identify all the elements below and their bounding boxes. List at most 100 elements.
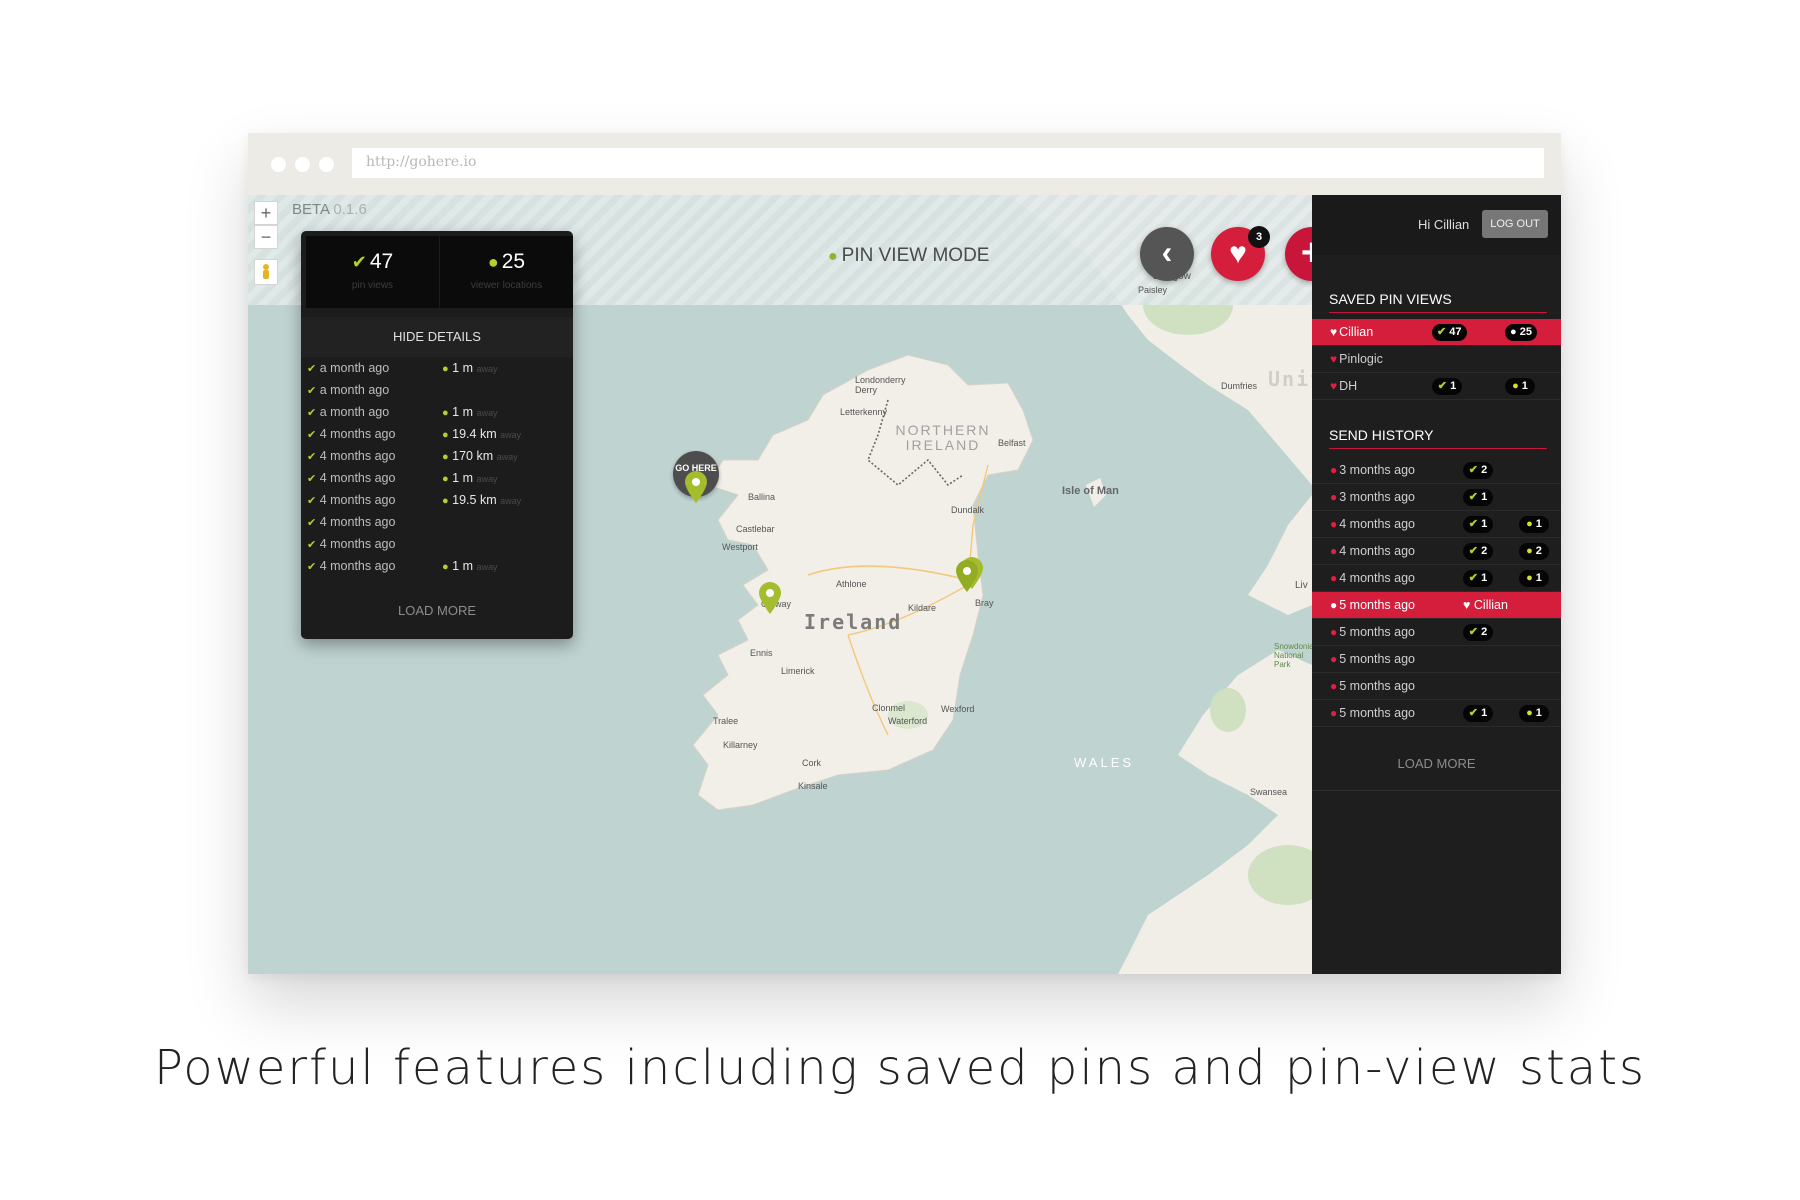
map-label-dumfries: Dumfries — [1221, 381, 1258, 391]
history-item[interactable]: ● 5 months ago ✔ 1 ● 1 — [1312, 700, 1561, 727]
detail-row: ✔ 4 months ago — [307, 515, 567, 535]
locations-count: 1 — [1535, 518, 1542, 530]
history-item[interactable]: ● 5 months ago ✔ 2 — [1312, 619, 1561, 646]
map-pin-icon: ● — [442, 473, 449, 485]
map-label-ireland: Ireland — [804, 610, 903, 634]
locations-pill: ● 25 — [1505, 324, 1537, 341]
street-view-pegman-icon[interactable] — [254, 259, 278, 285]
check-circle-icon: ✔ — [1468, 491, 1479, 503]
views-pill: ✔ 2 — [1463, 462, 1493, 479]
history-time: 5 months ago — [1339, 679, 1415, 693]
check-circle-icon: ✔ — [307, 385, 317, 397]
locations-count: 1 — [1535, 707, 1542, 719]
detail-row: ✔ 4 months ago ● 170 km away — [307, 449, 567, 469]
locations-count: 1 — [1535, 572, 1542, 584]
check-circle-icon: ✔ — [307, 451, 317, 463]
history-time: 5 months ago — [1339, 706, 1415, 720]
history-time: 4 months ago — [1339, 544, 1415, 558]
zoom-out-button[interactable]: − — [254, 225, 278, 249]
detail-row: ✔ a month ago — [307, 383, 567, 403]
check-circle-icon: ✔ — [307, 495, 317, 507]
history-item[interactable]: ● 4 months ago ✔ 2 ● 2 — [1312, 538, 1561, 565]
app-viewport: BETA 0.1.6 + − ● PIN VIEW MODE Ireland NO… — [248, 195, 1561, 974]
detail-row: ✔ 4 months ago — [307, 537, 567, 557]
map[interactable]: BETA 0.1.6 + − ● PIN VIEW MODE Ireland NO… — [248, 195, 1463, 974]
views-pill: ✔ 1 — [1463, 516, 1493, 533]
heart-icon: ♥ — [1330, 379, 1338, 393]
history-time: 5 months ago — [1339, 598, 1415, 612]
check-circle-icon: ✔ — [351, 252, 367, 272]
map-label-ennis: Ennis — [750, 648, 773, 658]
logout-button[interactable]: LOG OUT — [1482, 210, 1548, 238]
check-circle-icon: ✔ — [1468, 545, 1479, 557]
map-label-derry: Londonderry Derry — [855, 375, 906, 395]
map-label-waterford: Waterford — [888, 716, 928, 726]
detail-row: ✔ 4 months ago ● 19.4 km away — [307, 427, 567, 447]
browser-window: http://gohere.io BETA 0.1.6 + − ● PIN VI… — [248, 133, 1561, 974]
views-pill: ✔ 1 — [1463, 489, 1493, 506]
history-item[interactable]: ● 4 months ago ✔ 1 ● 1 — [1312, 511, 1561, 538]
window-close-dot[interactable] — [271, 157, 286, 172]
favorites-count-badge: 3 — [1248, 226, 1270, 248]
history-item[interactable]: ● 3 months ago ✔ 1 — [1312, 484, 1561, 511]
history-item[interactable]: ● 5 months ago — [1312, 673, 1561, 700]
locations-pill: ● 1 — [1519, 570, 1549, 587]
map-pin-icon: ● — [1330, 490, 1338, 504]
history-favorite-name: Cillian — [1473, 598, 1508, 612]
load-more-history-button[interactable]: LOAD MORE — [1312, 743, 1561, 791]
saved-pin-name: DH — [1339, 379, 1358, 393]
check-circle-icon: ✔ — [1468, 518, 1479, 530]
history-time: 5 months ago — [1339, 652, 1415, 666]
saved-pin-item[interactable]: ♥ DH ✔ 1 ● 1 — [1312, 373, 1561, 400]
map-label-bray: Bray — [975, 598, 994, 608]
map-pin-icon[interactable] — [683, 470, 709, 504]
saved-pin-name: Cillian — [1339, 325, 1374, 339]
window-maximize-dot[interactable] — [319, 157, 334, 172]
map-label-limerick: Limerick — [781, 666, 815, 676]
map-pin-icon: ● — [487, 252, 499, 272]
map-label-snowdonia: Snowdonia National Park — [1274, 642, 1314, 669]
map-pin-icon: ● — [1512, 380, 1519, 392]
marketing-caption: Powerful features including saved pins a… — [153, 1040, 1647, 1096]
saved-pin-name: Pinlogic — [1339, 352, 1383, 366]
views-count: 2 — [1481, 626, 1488, 638]
locations-pill: ● 2 — [1519, 543, 1549, 560]
zoom-in-button[interactable]: + — [254, 201, 278, 225]
views-count: 1 — [1450, 380, 1457, 392]
map-label-westport: Westport — [722, 542, 758, 552]
history-item[interactable]: ● 5 months ago ♥ Cillian — [1312, 592, 1561, 619]
history-item[interactable]: ● 3 months ago ✔ 2 — [1312, 457, 1561, 484]
locations-count: 1 — [1521, 380, 1528, 392]
map-pin-icon: ● — [1330, 652, 1338, 666]
map-label-isle-of-man: Isle of Man — [1062, 485, 1119, 497]
load-more-details-button[interactable]: LOAD MORE — [301, 603, 573, 618]
history-time: 5 months ago — [1339, 625, 1415, 639]
window-minimize-dot[interactable] — [295, 157, 310, 172]
views-pill: ✔ 1 — [1463, 705, 1493, 722]
map-label-belfast: Belfast — [998, 438, 1026, 448]
saved-pin-item[interactable]: ♥ Pinlogic — [1312, 346, 1561, 373]
history-item[interactable]: ● 4 months ago ✔ 1 ● 1 — [1312, 565, 1561, 592]
views-pill: ✔ 1 — [1432, 378, 1462, 395]
saved-pin-item[interactable]: ♥ Cillian ✔ 47 ● 25 — [1312, 319, 1561, 346]
map-pin-icon[interactable] — [954, 559, 980, 593]
map-label-kinsale: Kinsale — [798, 781, 828, 791]
hide-details-button[interactable]: HIDE DETAILS — [301, 317, 573, 357]
map-pin-icon[interactable] — [757, 581, 783, 615]
map-pin-icon: ● — [1526, 707, 1533, 719]
back-button[interactable]: ‹ — [1140, 227, 1194, 281]
address-bar[interactable]: http://gohere.io — [352, 148, 1544, 178]
viewer-locations-count: 25 — [501, 250, 526, 273]
detail-away: away — [476, 364, 498, 374]
views-pill: ✔ 2 — [1463, 543, 1493, 560]
views-count: 1 — [1481, 707, 1488, 719]
detail-away: away — [500, 430, 522, 440]
map-pin-icon: ● — [1526, 572, 1533, 584]
send-history-title: SEND HISTORY — [1329, 427, 1547, 449]
beta-label: BETA — [292, 201, 330, 218]
views-count: 1 — [1481, 572, 1488, 584]
map-pin-icon: ● — [1526, 545, 1533, 557]
history-item[interactable]: ● 5 months ago — [1312, 646, 1561, 673]
map-label-liv: Liv — [1295, 580, 1308, 591]
check-circle-icon: ✔ — [307, 407, 317, 419]
